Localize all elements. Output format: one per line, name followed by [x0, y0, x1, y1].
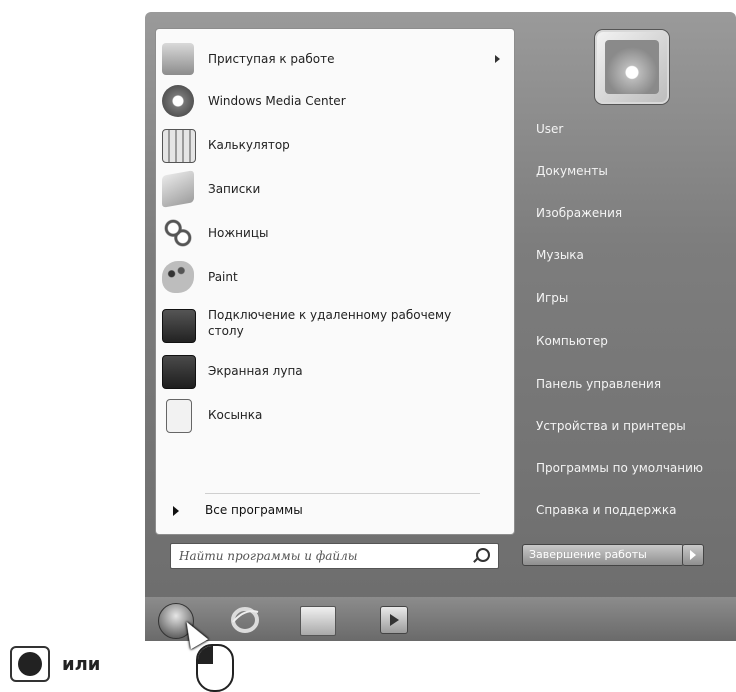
right-link-documents[interactable]: Документы [536, 164, 608, 178]
getting-started-icon [162, 43, 194, 75]
all-programs-button[interactable]: Все программы [163, 500, 503, 522]
remote-desktop-icon [162, 309, 196, 343]
program-item-magnifier[interactable]: Экранная лупа [156, 351, 514, 391]
triangle-right-icon [173, 506, 179, 516]
program-label: Записки [208, 182, 261, 196]
paint-palette-icon [162, 261, 194, 293]
search-box[interactable] [170, 543, 499, 569]
media-player-icon[interactable] [380, 606, 408, 634]
shutdown-button[interactable]: Завершение работы [522, 544, 684, 566]
mouse-left-click-icon [196, 644, 234, 692]
submenu-arrow-icon [495, 55, 500, 63]
right-link-default-programs[interactable]: Программы по умолчанию [536, 461, 703, 475]
search-icon[interactable] [476, 548, 490, 562]
calculator-icon [162, 129, 196, 163]
right-link-user[interactable]: User [536, 122, 563, 136]
program-item-snipping-tool[interactable]: Ножницы [156, 213, 514, 253]
right-link-games[interactable]: Игры [536, 291, 568, 305]
program-label: Калькулятор [208, 138, 290, 152]
right-link-pictures[interactable]: Изображения [536, 206, 622, 220]
flower-picture-icon [605, 40, 659, 94]
user-picture[interactable] [595, 30, 669, 104]
program-label: Подключение к удаленному рабочему столу [208, 308, 452, 338]
shutdown-options-button[interactable] [682, 544, 704, 566]
program-label: Экранная лупа [208, 364, 303, 378]
solitaire-icon [166, 399, 192, 433]
program-label: Приступая к работе [208, 52, 335, 66]
all-programs-label: Все программы [205, 503, 303, 517]
program-label: Ножницы [208, 226, 269, 240]
program-item-solitaire[interactable]: Косынка [156, 395, 514, 435]
right-link-control-panel[interactable]: Панель управления [536, 377, 661, 391]
program-label: Windows Media Center [208, 94, 346, 108]
internet-explorer-icon[interactable] [230, 606, 260, 634]
media-center-icon [162, 85, 194, 117]
or-label: или [62, 654, 101, 675]
program-item-calculator[interactable]: Калькулятор [156, 125, 514, 165]
windows-key-icon [10, 646, 50, 682]
program-item-media-center[interactable]: Windows Media Center [156, 81, 514, 121]
divider [205, 493, 480, 494]
right-link-music[interactable]: Музыка [536, 248, 584, 262]
program-item-remote-desktop[interactable]: Подключение к удаленному рабочему столу [156, 301, 514, 349]
sticky-notes-icon [162, 170, 194, 208]
programs-pane: Приступая к работе Windows Media Center … [155, 28, 515, 535]
program-label: Косынка [208, 408, 263, 422]
program-item-getting-started[interactable]: Приступая к работе [156, 39, 514, 79]
search-input[interactable] [177, 546, 466, 566]
windows-explorer-icon[interactable] [300, 606, 336, 636]
scissors-icon [162, 217, 194, 249]
right-link-help-support[interactable]: Справка и поддержка [536, 503, 677, 517]
right-link-devices-printers[interactable]: Устройства и принтеры [536, 419, 686, 433]
program-label: Paint [208, 270, 238, 284]
right-link-computer[interactable]: Компьютер [536, 334, 608, 348]
program-item-paint[interactable]: Paint [156, 257, 514, 297]
magnifier-icon [162, 355, 196, 389]
shutdown-label: Завершение работы [529, 548, 647, 561]
program-item-sticky-notes[interactable]: Записки [156, 169, 514, 209]
